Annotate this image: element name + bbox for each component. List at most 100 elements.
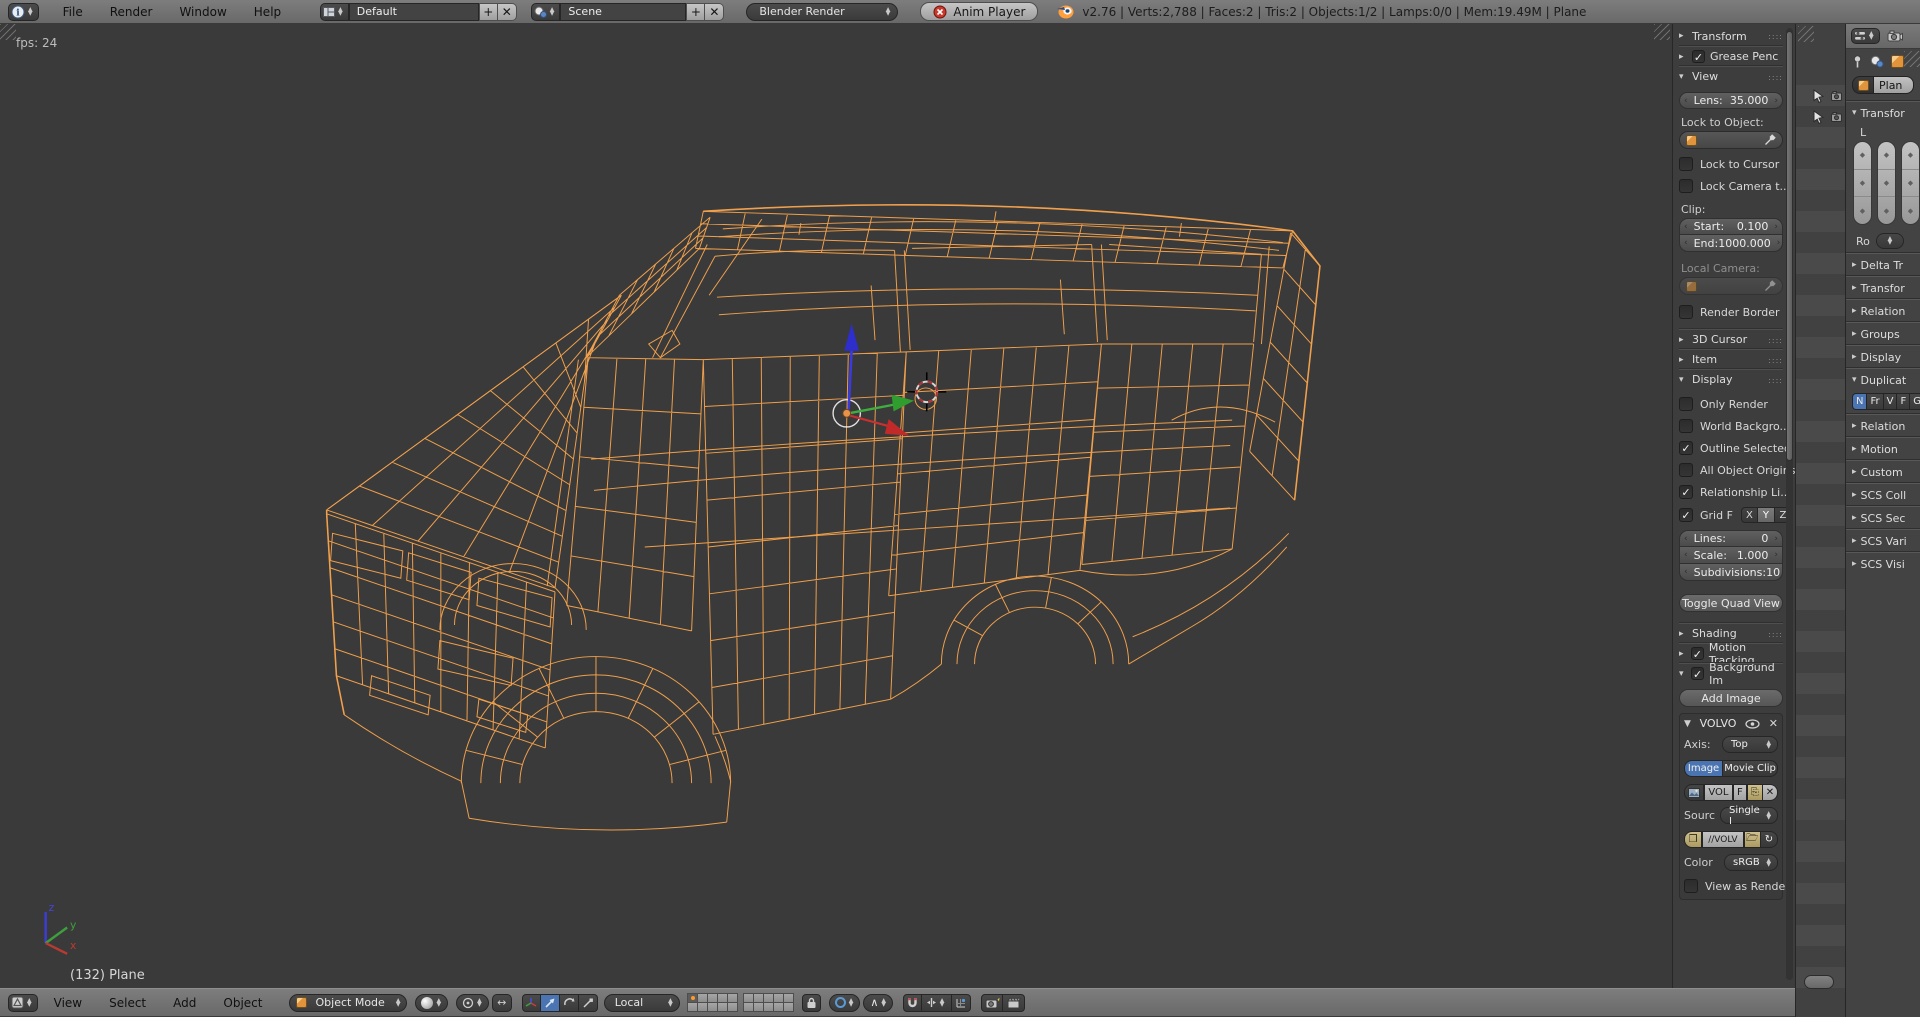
bg-image-header[interactable]: ▼ VOLVO ✕ xyxy=(1684,717,1778,730)
panel-grease-pencil[interactable]: ▸ ✓ Grease Penc xyxy=(1679,46,1783,66)
scrollbar-handle[interactable] xyxy=(1786,31,1793,461)
outliner-row[interactable] xyxy=(1796,841,1845,862)
local-camera-field[interactable] xyxy=(1679,277,1783,295)
panel-relations-extras[interactable]: ▸Relation xyxy=(1846,414,1920,437)
editor-type-button-properties[interactable]: ▲▼ xyxy=(1851,28,1880,44)
number-field-column[interactable]: ◆◆◆ xyxy=(1877,141,1896,225)
grid-axis-y-toggle[interactable]: Y xyxy=(1758,507,1775,523)
outliner-row[interactable] xyxy=(1796,547,1845,568)
selectable-toggle-icon[interactable] xyxy=(1813,89,1824,103)
view-as-render-checkbox[interactable] xyxy=(1684,879,1698,893)
panel-scs-collision[interactable]: ▸SCS Coll xyxy=(1846,483,1920,506)
outliner-row[interactable] xyxy=(1796,127,1845,148)
viewport-3d[interactable]: z y x fps: 24 (132) Plane xyxy=(0,24,1672,988)
translate-manipulator-toggle[interactable] xyxy=(541,994,560,1012)
area-corner-widget[interactable] xyxy=(1654,24,1670,40)
image-name-field[interactable]: VOL xyxy=(1704,784,1733,801)
lock-to-cursor-row[interactable]: Lock to Cursor xyxy=(1679,157,1783,171)
outliner-row[interactable] xyxy=(1796,358,1845,379)
lock-to-cursor-checkbox[interactable] xyxy=(1679,157,1693,171)
number-field-column[interactable]: ◆◆◆ xyxy=(1901,141,1920,225)
image-browse-button[interactable] xyxy=(1684,784,1704,801)
outliner-row[interactable] xyxy=(1796,232,1845,253)
outliner-row[interactable] xyxy=(1796,610,1845,631)
object-name-field[interactable]: Plan xyxy=(1874,76,1914,94)
lock-camera-checkbox[interactable] xyxy=(1679,179,1693,193)
render-border-checkbox[interactable] xyxy=(1679,305,1693,319)
outliner-row[interactable] xyxy=(1796,379,1845,400)
render-border-row[interactable]: Render Border xyxy=(1679,305,1783,319)
panel-duplication[interactable]: ▾Duplicat xyxy=(1846,368,1920,391)
toggle-quad-view-button[interactable]: Toggle Quad View xyxy=(1679,594,1783,612)
lock-to-scene-toggle[interactable] xyxy=(802,994,821,1012)
outliner-row[interactable] xyxy=(1796,442,1845,463)
render-engine-dropdown[interactable]: Blender Render ▲▼ xyxy=(746,3,898,21)
manipulator-axes-toggle[interactable] xyxy=(522,994,541,1012)
panel-view[interactable]: ▾ View:::: xyxy=(1679,66,1783,86)
eyedropper-icon[interactable] xyxy=(1764,134,1776,146)
manipulate-centers-toggle[interactable]: ↔ xyxy=(492,994,512,1012)
unpack-icon[interactable]: ⎘ xyxy=(1747,784,1763,801)
menu-view[interactable]: View xyxy=(54,996,82,1010)
pin-icon[interactable] xyxy=(1852,55,1863,68)
panel-motion-paths[interactable]: ▸Motion xyxy=(1846,437,1920,460)
outliner-row[interactable] xyxy=(1796,64,1845,85)
outliner-row[interactable] xyxy=(1796,799,1845,820)
panel-delta-transform[interactable]: ▸Delta Tr xyxy=(1846,253,1920,276)
scene-add-button[interactable]: + xyxy=(686,3,705,21)
outliner-row[interactable] xyxy=(1796,589,1845,610)
outliner-row[interactable] xyxy=(1796,253,1845,274)
render-tab-camera-icon[interactable] xyxy=(1887,30,1903,42)
color-space-dropdown[interactable]: sRGB▲▼ xyxy=(1724,854,1778,871)
falloff-dropdown[interactable]: ∧ ▲▼ xyxy=(863,994,893,1012)
npanel-scrollbar[interactable] xyxy=(1786,28,1793,980)
dupli-verts-button[interactable]: V xyxy=(1884,393,1898,410)
outliner-row[interactable] xyxy=(1796,736,1845,757)
outliner-row[interactable] xyxy=(1796,631,1845,652)
menu-render[interactable]: Render xyxy=(110,5,153,19)
reload-icon[interactable]: ↻ xyxy=(1761,831,1778,848)
outliner-row[interactable] xyxy=(1796,295,1845,316)
panel-display-props[interactable]: ▸Display xyxy=(1846,345,1920,368)
close-icon[interactable]: ✕ xyxy=(1769,717,1778,730)
panel-relations[interactable]: ▸Relation xyxy=(1846,299,1920,322)
outliner-row[interactable] xyxy=(1796,106,1845,127)
menu-window[interactable]: Window xyxy=(179,5,226,19)
panel-item[interactable]: ▸ Item:::: xyxy=(1679,349,1783,369)
outline-selected-row[interactable]: ✓ Outline Selected xyxy=(1679,441,1783,455)
outliner-row[interactable] xyxy=(1796,568,1845,589)
menu-object[interactable]: Object xyxy=(223,996,262,1010)
renderable-toggle-icon[interactable] xyxy=(1831,91,1844,101)
grid-floor-checkbox[interactable]: ✓ xyxy=(1679,508,1693,522)
viewport-shading-dropdown[interactable]: ▲▼ xyxy=(415,994,448,1012)
grid-scale-slider[interactable]: ‹Scale: 1.000› xyxy=(1679,547,1783,564)
panel-scs-variants[interactable]: ▸SCS Vari xyxy=(1846,529,1920,552)
layer-toggle[interactable] xyxy=(727,1002,738,1012)
breadcrumb-data-icon[interactable] xyxy=(1852,76,1874,94)
proportional-edit-dropdown[interactable]: ▲▼ xyxy=(829,994,861,1012)
only-render-row[interactable]: Only Render xyxy=(1679,397,1783,411)
scale-manipulator-toggle[interactable] xyxy=(579,994,598,1012)
outliner-row[interactable] xyxy=(1796,463,1845,484)
world-background-checkbox[interactable] xyxy=(1679,419,1693,433)
outliner-row[interactable] xyxy=(1796,652,1845,673)
outliner-row[interactable] xyxy=(1796,211,1845,232)
image-toggle[interactable]: Image xyxy=(1684,760,1723,777)
anim-player-button[interactable]: Anim Player xyxy=(920,2,1038,21)
outliner-row[interactable] xyxy=(1796,526,1845,547)
scene-name-field[interactable]: Scene xyxy=(560,3,686,21)
motion-tracking-checkbox[interactable]: ✓ xyxy=(1691,647,1704,660)
package-icon[interactable]: ❒ xyxy=(1684,831,1702,848)
outliner-row[interactable] xyxy=(1796,988,1845,1009)
panel-scs-visibility[interactable]: ▸SCS Visi xyxy=(1846,552,1920,575)
outliner-row[interactable] xyxy=(1796,715,1845,736)
scene-tab-icon[interactable] xyxy=(1870,55,1884,68)
lock-camera-row[interactable]: Lock Camera t... xyxy=(1679,179,1783,193)
opengl-render-anim-button[interactable] xyxy=(1003,994,1025,1012)
panel-transform[interactable]: ▸ Transform:::: xyxy=(1679,26,1783,46)
panel-3d-cursor[interactable]: ▸ 3D Cursor:::: xyxy=(1679,329,1783,349)
lock-object-field[interactable] xyxy=(1679,131,1783,149)
editor-type-button-info[interactable]: i ▲▼ xyxy=(8,3,39,21)
all-object-origins-row[interactable]: All Object Origins xyxy=(1679,463,1783,477)
manip-x-axis[interactable] xyxy=(849,415,892,427)
